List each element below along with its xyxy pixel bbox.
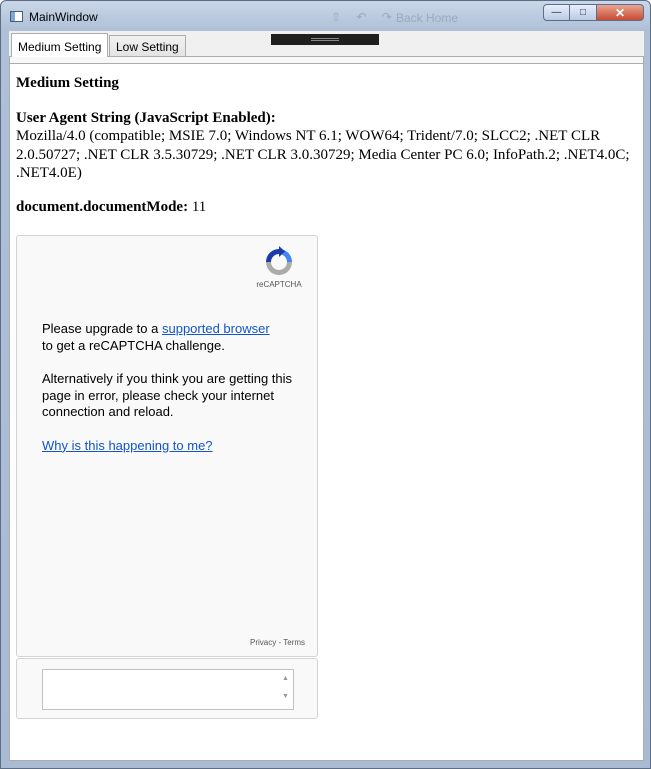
textarea-scrollbar[interactable]: ▲ ▼: [279, 670, 292, 707]
title-bar[interactable]: MainWindow ⇧ ↶ ↷ Back Home — □ ✕: [1, 1, 650, 31]
close-icon: ✕: [614, 5, 626, 20]
tab-strip: Medium Setting Low Setting: [9, 31, 644, 57]
document-mode-label: document.documentMode:: [16, 198, 189, 215]
privacy-link[interactable]: Privacy: [250, 638, 276, 647]
recaptcha-logo-text: reCAPTCHA: [256, 280, 302, 289]
terms-link[interactable]: Terms: [283, 638, 305, 647]
document-mode-value: 11: [191, 198, 207, 215]
window-controls: — □ ✕: [543, 4, 644, 21]
background-toolbar-icons: ⇧ ↶ ↷: [331, 10, 398, 24]
upgrade-message: Please upgrade to a supported browser to…: [42, 321, 297, 354]
recaptcha-footer: Privacy - Terms: [250, 638, 305, 647]
close-button[interactable]: ✕: [597, 4, 644, 21]
minimize-icon: —: [551, 7, 562, 18]
supported-browser-link[interactable]: supported browser: [162, 321, 270, 336]
tab-panel: Medium Setting User Agent String (JavaSc…: [9, 56, 644, 761]
upgrade-text-suffix: to get a reCAPTCHA challenge.: [42, 337, 225, 353]
document-mode-line: document.documentMode: 11: [16, 199, 636, 216]
tab-low-setting[interactable]: Low Setting: [109, 35, 186, 56]
why-link[interactable]: Why is this happening to me?: [42, 438, 213, 453]
scroll-down-icon[interactable]: ▼: [279, 688, 292, 706]
recaptcha-box: reCAPTCHA Please upgrade to a supported …: [16, 235, 318, 657]
window-title: MainWindow: [29, 10, 98, 24]
recaptcha-message: Please upgrade to a supported browser to…: [42, 321, 297, 471]
page-heading: Medium Setting: [16, 75, 119, 91]
maximize-icon: □: [579, 7, 587, 18]
user-agent-label: User Agent String (JavaScript Enabled):: [16, 110, 276, 126]
recaptcha-logo[interactable]: reCAPTCHA: [254, 246, 304, 289]
recaptcha-response-box: ▲ ▼: [16, 658, 318, 719]
drag-handle[interactable]: [271, 34, 379, 45]
tab-medium-setting-label: Medium Setting: [18, 40, 102, 54]
user-agent-value: Mozilla/4.0 (compatible; MSIE 7.0; Windo…: [16, 128, 630, 181]
scroll-up-icon[interactable]: ▲: [279, 670, 292, 688]
background-window-title: Back Home: [396, 11, 459, 25]
panel-header-strip: [10, 57, 643, 64]
recaptcha-icon: [266, 246, 292, 275]
maximize-button[interactable]: □: [570, 4, 597, 21]
browser-content: Medium Setting User Agent String (JavaSc…: [16, 75, 636, 216]
client-area: Medium Setting Low Setting Medium Settin…: [9, 31, 644, 761]
tab-medium-setting[interactable]: Medium Setting: [11, 33, 109, 57]
window-app-icon[interactable]: [10, 11, 23, 22]
error-message: Alternatively if you think you are getti…: [42, 371, 293, 419]
window-frame: MainWindow ⇧ ↶ ↷ Back Home — □ ✕ Medium …: [0, 0, 651, 769]
upgrade-text: Please upgrade to a: [42, 321, 162, 336]
tab-low-setting-label: Low Setting: [116, 40, 179, 54]
minimize-button[interactable]: —: [543, 4, 570, 21]
recaptcha-response-textarea[interactable]: [42, 669, 294, 710]
